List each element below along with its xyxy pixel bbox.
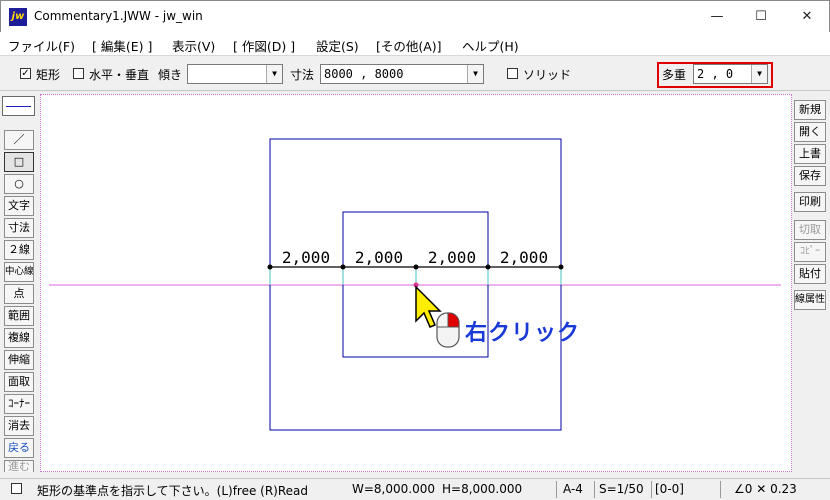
hv-check-label: 水平・垂直 — [89, 68, 150, 82]
dimension-extension-lines — [269, 267, 562, 285]
minimize-button[interactable]: — — [695, 1, 739, 33]
print-button[interactable]: 印刷 — [794, 192, 826, 212]
line-attributes-button[interactable]: 線属性 — [794, 290, 826, 310]
chevron-down-icon[interactable]: ▼ — [467, 65, 483, 83]
drawing-svg: 2,000 2,000 2,000 2,000 — [49, 138, 781, 431]
menu-settings[interactable]: 設定(S) — [316, 36, 359, 55]
tool-corner[interactable]: ｺｰﾅｰ — [4, 394, 34, 414]
close-button[interactable]: ✕ — [785, 1, 829, 33]
status-scale[interactable]: S=1/50 — [599, 482, 644, 496]
status-layer[interactable]: [0-0] — [655, 482, 684, 496]
menu-help[interactable]: ヘルプ(H) — [462, 36, 519, 55]
solid-check-label: ソリッド — [523, 68, 572, 82]
right-click-annotation: 右クリック — [465, 321, 581, 346]
mouse-right-click-icon — [436, 312, 460, 348]
dimension-text-1: 2,000 — [282, 248, 330, 267]
tool-text[interactable]: 文字 — [4, 196, 34, 216]
horizontal-vertical-checkbox[interactable] — [73, 68, 84, 79]
menu-edit[interactable]: [ 編集(E) ] — [92, 36, 152, 55]
tool-undo[interactable]: 戻る — [4, 438, 34, 458]
status-message: 矩形の基準点を指示して下さい。(L)free (R)Read — [37, 484, 309, 498]
status-height: H=8,000.000 — [442, 482, 523, 496]
rect-checkbox[interactable]: ✓ — [20, 68, 31, 79]
solid-checkbox[interactable] — [507, 68, 518, 79]
maximize-button[interactable]: ☐ — [739, 1, 783, 33]
paste-button[interactable]: 貼付 — [794, 264, 826, 284]
chevron-down-icon[interactable]: ▼ — [266, 65, 282, 83]
menu-view[interactable]: 表示(V) — [172, 36, 215, 55]
status-bar: 矩形の基準点を指示して下さい。(L)free (R)Read W=8,000.0… — [0, 478, 830, 500]
dimension-label: 寸法 — [290, 68, 315, 82]
line-type-swatch[interactable] — [2, 96, 35, 116]
tool-line[interactable]: ／ — [4, 130, 34, 150]
tool-rectangle[interactable]: □ — [4, 152, 34, 172]
dimension-value: 8000 , 8000 — [324, 67, 404, 81]
cut-button[interactable]: 切取 — [794, 220, 826, 240]
window-title: Commentary1.JWW - jw_win — [34, 9, 203, 23]
drawing-canvas[interactable]: 2,000 2,000 2,000 2,000 右クリック — [40, 94, 792, 472]
tilt-label: 傾き — [158, 68, 183, 82]
tool-erase[interactable]: 消去 — [4, 416, 34, 436]
arrow-cursor-icon — [415, 285, 442, 328]
save-button[interactable]: 保存 — [794, 166, 826, 186]
left-toolbar: ／ □ ○ 文字 寸法 ２線 中心線 点 範囲 複線 伸縮 面取 ｺｰﾅｰ 消去… — [2, 94, 35, 474]
tool-offset[interactable]: 複線 — [4, 328, 34, 348]
tool-chamfer[interactable]: 面取 — [4, 372, 34, 392]
tool-double-line[interactable]: ２線 — [4, 240, 34, 260]
app-logo-icon: jw — [9, 8, 27, 26]
menu-bar: ファイル(F) [ 編集(E) ] 表示(V) [ 作図(D) ] 設定(S) … — [0, 32, 830, 56]
dimension-text-4: 2,000 — [500, 248, 548, 267]
dimension-text-3: 2,000 — [428, 248, 476, 267]
tool-extend[interactable]: 伸縮 — [4, 350, 34, 370]
status-checkbox[interactable] — [11, 483, 22, 494]
copy-button[interactable]: ｺﾋﾟｰ — [794, 242, 826, 262]
open-button[interactable]: 開く — [794, 122, 826, 142]
dimension-combo[interactable]: 8000 , 8000 ▼ — [320, 64, 484, 84]
title-bar: jw Commentary1.JWW - jw_win — ☐ ✕ — [0, 0, 830, 32]
rect-check-label: 矩形 — [36, 68, 61, 82]
tilt-combo[interactable]: ▼ — [187, 64, 283, 84]
tool-point[interactable]: 点 — [4, 284, 34, 304]
status-width: W=8,000.000 — [352, 482, 435, 496]
tool-redo[interactable]: 進む — [4, 460, 34, 472]
tool-circle[interactable]: ○ — [4, 174, 34, 194]
tool-dimension[interactable]: 寸法 — [4, 218, 34, 238]
highlight-frame — [657, 62, 773, 88]
tool-range[interactable]: 範囲 — [4, 306, 34, 326]
status-paper-size[interactable]: A-4 — [563, 482, 583, 496]
menu-other[interactable]: [その他(A)] — [376, 36, 442, 55]
menu-file[interactable]: ファイル(F) — [8, 36, 75, 55]
dimension-text-2: 2,000 — [355, 248, 403, 267]
tool-center-line[interactable]: 中心線 — [4, 262, 34, 282]
overwrite-button[interactable]: 上書 — [794, 144, 826, 164]
menu-draw[interactable]: [ 作図(D) ] — [233, 36, 295, 55]
new-button[interactable]: 新規 — [794, 100, 826, 120]
status-angle-zoom[interactable]: ∠0 ✕ 0.23 — [734, 482, 797, 496]
